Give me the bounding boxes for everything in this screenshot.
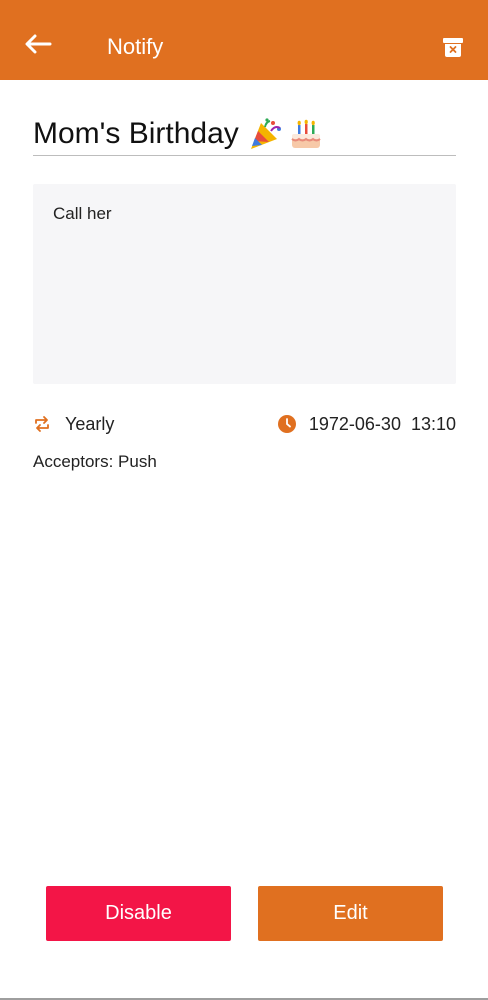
delete-box-icon [443,38,463,57]
app-bar: Notify [0,0,488,80]
party-popper-icon [250,118,281,149]
repeat-label: Yearly [65,413,115,434]
note-box[interactable]: Call her [33,184,456,384]
back-button[interactable] [18,24,58,64]
repeat-icon [35,416,49,432]
reminder-title[interactable]: Mom's Birthday [33,113,456,156]
birthday-cake-icon [291,119,321,148]
disable-button[interactable]: Disable [46,886,231,941]
datetime-info: 1972-06-30 13:10 [277,410,456,438]
note-text: Call her [53,204,112,223]
arrow-left-icon [25,34,52,54]
edit-button[interactable]: Edit [258,886,443,941]
acceptors-label: Acceptors: Push [33,452,157,471]
repeat-info: Yearly [33,410,114,438]
reminder-meta-row: Yearly 1972-06-30 13:10 [33,410,456,438]
app-title: Notify [107,34,164,59]
clock-icon [277,415,296,433]
delete-button[interactable] [436,30,470,64]
datetime-label: 1972-06-30 13:10 [308,413,456,434]
reminder-title-text: Mom's Birthday [33,117,239,150]
